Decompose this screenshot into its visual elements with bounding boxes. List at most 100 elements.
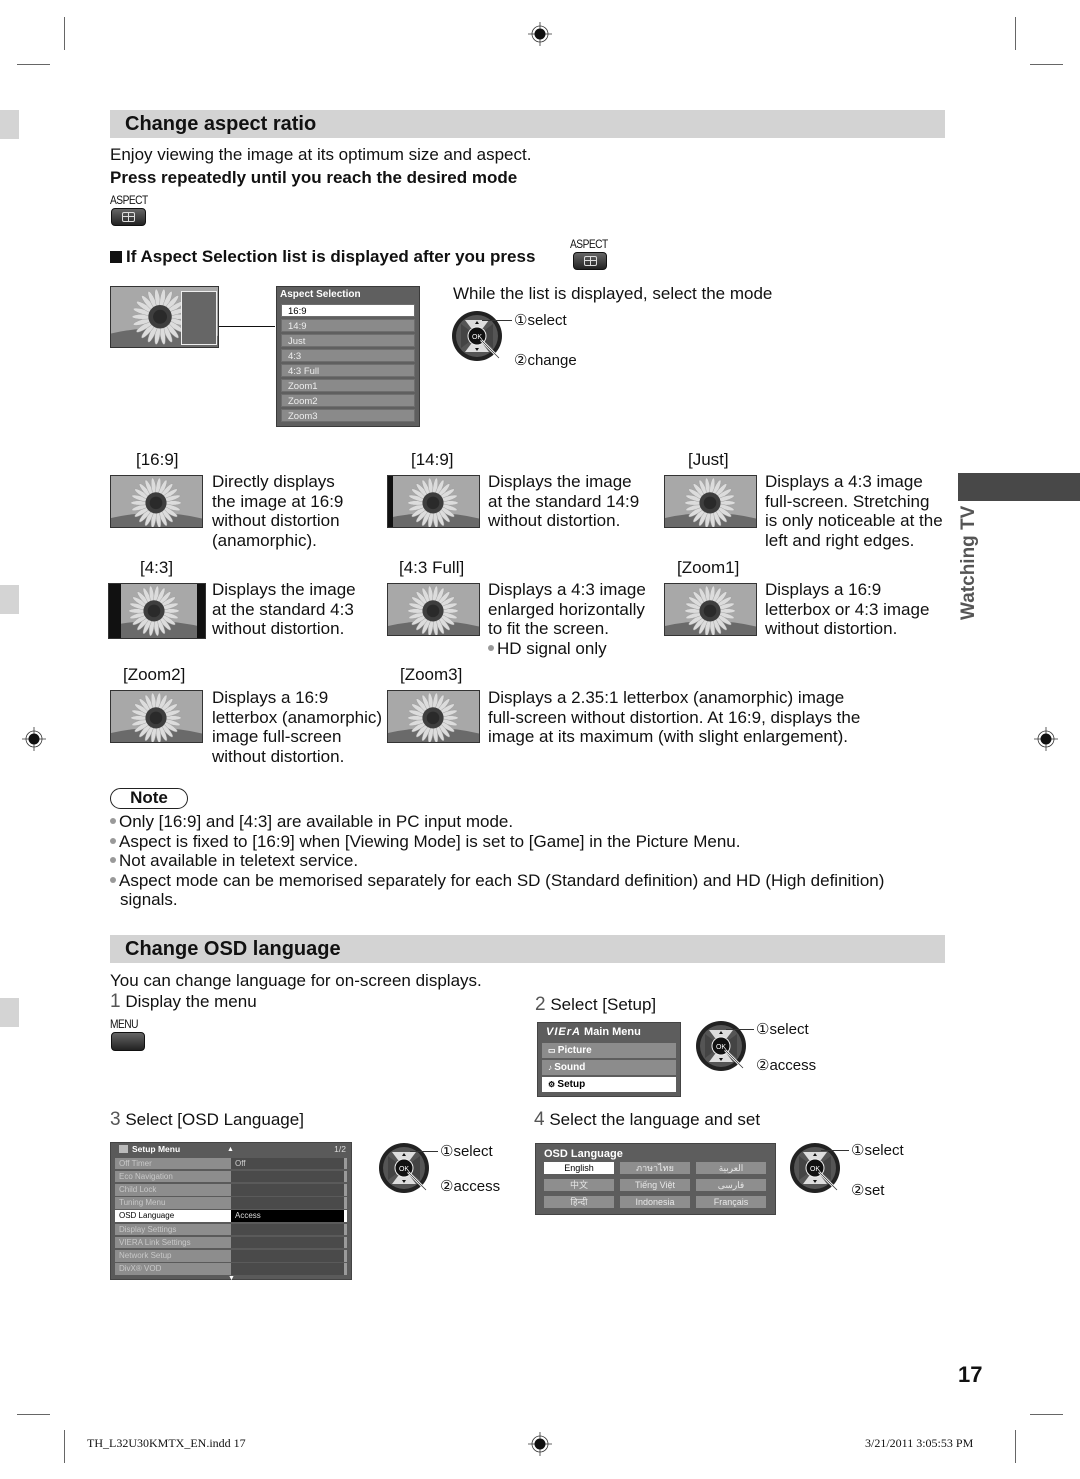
setup-menu-row-label: Off Timer (115, 1157, 231, 1170)
note-item: Not available in teletext service. (110, 851, 358, 871)
language-option[interactable]: Français (696, 1196, 766, 1208)
setup-menu-row[interactable]: DivX® VOD (115, 1263, 347, 1275)
setup-menu-row-value (231, 1263, 347, 1275)
setup-menu-row[interactable]: Eco Navigation (115, 1170, 347, 1183)
language-option[interactable]: Tiếng Việt (620, 1179, 690, 1191)
mode-description-line: is only noticeable at the (765, 511, 943, 531)
flower-image (111, 476, 202, 527)
step-4: 4 Select the language and set (534, 1110, 760, 1130)
setup-menu-row[interactable]: Child Lock (115, 1184, 347, 1196)
main-menu-title-text: Main Menu (584, 1026, 641, 1038)
step-text: Select the language and set (549, 1110, 761, 1129)
mode-description-line: without distortion (212, 511, 340, 531)
mode-description-line: Displays a 16:9 (212, 688, 329, 707)
mode-description-line: Displays a 4:3 image (765, 472, 923, 491)
setup-menu-row[interactable]: VIERA Link Settings (115, 1236, 347, 1249)
aspect-menu-item[interactable]: 4:3 (281, 349, 415, 362)
setup-menu-row-label: Tuning Menu (115, 1197, 231, 1209)
setup-menu-row-value (231, 1250, 347, 1262)
setup-menu-row[interactable]: Off Timer Off (115, 1157, 347, 1170)
note-text: Only [16:9] and [4:3] are available in P… (119, 812, 514, 831)
aspect-menu-item[interactable]: Just (281, 334, 415, 347)
callout-line (482, 320, 512, 321)
tv-screen-preview (110, 286, 219, 348)
language-option[interactable]: فارسی (696, 1179, 766, 1191)
mode-label: [Just] (688, 450, 729, 469)
dpad-icon[interactable]: OK (378, 1142, 430, 1194)
language-option[interactable]: ภาษาไทย (620, 1162, 690, 1174)
aspect-instruction: Press repeatedly until you reach the des… (110, 168, 518, 187)
aspect-menu-item[interactable]: Zoom3 (281, 409, 415, 422)
main-menu-item-setup[interactable]: ⚙ Setup (542, 1077, 676, 1092)
aspect-menu-item[interactable]: Zoom2 (281, 394, 415, 407)
registration-mark-icon (528, 22, 552, 46)
mode-description-line: without distortion. (488, 511, 621, 531)
language-option[interactable]: English (544, 1162, 614, 1174)
scroll-down-icon[interactable]: ▼ (228, 1275, 235, 1282)
osd-intro: You can change language for on-screen di… (110, 971, 482, 990)
svg-text:OK: OK (472, 334, 482, 341)
setup-menu-row[interactable]: Display Settings (115, 1223, 347, 1236)
flower-image (388, 584, 479, 635)
mode-thumbnail (387, 583, 480, 636)
aspect-intro: Enjoy viewing the image at its optimum s… (110, 145, 532, 164)
page-number: 17 (958, 1362, 983, 1387)
language-option[interactable]: 中文 (544, 1179, 614, 1191)
flower-image (665, 584, 756, 635)
mode-description-line: to fit the screen. (488, 619, 609, 639)
aspect-menu-item[interactable]: 4:3 Full (281, 364, 415, 377)
crop-mark (1015, 17, 1016, 50)
language-option[interactable]: العربية (696, 1162, 766, 1174)
square-bullet-icon (110, 251, 122, 263)
setup-menu-row-label: Eco Navigation (115, 1170, 231, 1183)
bullet-icon (110, 876, 116, 883)
dpad-step-change: ②change (514, 352, 577, 369)
main-menu-item-sound[interactable]: ♪ Sound (542, 1060, 676, 1075)
setup-menu-row-value (231, 1223, 347, 1236)
step-text: Display the menu (125, 992, 257, 1011)
mode-description-line: Displays a 4:3 image (488, 580, 646, 599)
setup-menu-row-label: Child Lock (115, 1184, 231, 1196)
setup-menu-title: Setup Menu (132, 1144, 181, 1154)
language-option[interactable]: हिन्दी (544, 1196, 614, 1208)
aspect-key-button[interactable] (573, 252, 607, 270)
bullet-icon (488, 644, 494, 651)
main-menu-item-label: Picture (557, 1045, 592, 1056)
main-menu-item-picture[interactable]: ▭ Picture (542, 1043, 676, 1058)
mode-description-line: without distortion. (212, 746, 345, 766)
aspect-selection-menu: Aspect Selection 16:9 14:9 Just 4:3 4:3 Full… (276, 286, 420, 427)
setup-menu-row[interactable]: Network Setup (115, 1250, 347, 1262)
dpad-icon[interactable]: OK (451, 310, 503, 362)
step-number: 2 (535, 994, 546, 1015)
language-option[interactable]: Indonesia (620, 1196, 690, 1208)
menu-key-button[interactable] (111, 1032, 145, 1051)
crop-mark (17, 1414, 50, 1415)
scroll-up-icon[interactable]: ▲ (227, 1143, 234, 1156)
mode-description-line: Displays the image (488, 472, 632, 491)
mode-thumbnail (110, 690, 203, 743)
mode-description-line: Displays the image (212, 580, 356, 599)
aspect-menu-item[interactable]: 16:9 (281, 304, 415, 317)
aspect-key-label: ASPECT (570, 237, 608, 251)
list-hint: While the list is displayed, select the … (453, 284, 773, 303)
step-text: Select [Setup] (550, 995, 657, 1014)
mode-label: [16:9] (136, 450, 179, 469)
dpad-icon[interactable]: OK (695, 1020, 747, 1072)
mode-label: [4:3] (140, 558, 174, 577)
setup-menu-row[interactable]: OSD Language Access (115, 1210, 347, 1222)
setup-menu-row[interactable]: Tuning Menu (115, 1197, 347, 1209)
dpad-step-access: ②access (756, 1057, 817, 1074)
step-number: 1 (110, 991, 121, 1012)
note-text: Aspect is fixed to [16:9] when [Viewing … (119, 831, 741, 851)
aspect-key-button[interactable] (111, 208, 146, 226)
setup-menu-row-value: Access (231, 1210, 347, 1222)
callout-line (410, 1151, 438, 1152)
main-menu-item-label: Sound (554, 1062, 586, 1073)
mode-description-line: at the standard 14:9 (488, 491, 640, 511)
note-item: Aspect is fixed to [16:9] when [Viewing … (110, 832, 740, 852)
aspect-menu-item[interactable]: 14:9 (281, 319, 415, 332)
note-badge: Note (110, 788, 188, 809)
step-text: Select [OSD Language] (125, 1110, 304, 1129)
step-1: 1 Display the menu (110, 992, 257, 1012)
aspect-menu-item[interactable]: Zoom1 (281, 379, 415, 392)
